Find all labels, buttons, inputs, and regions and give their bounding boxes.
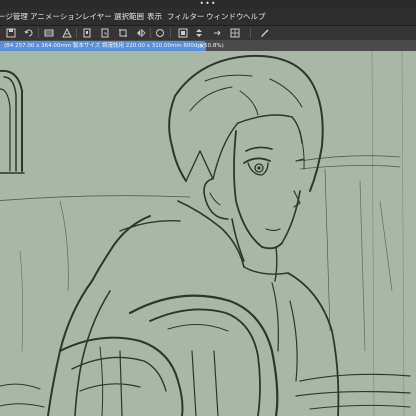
- fill-icon[interactable]: [62, 28, 72, 38]
- save-icon[interactable]: [6, 28, 16, 38]
- close-icon[interactable]: ×: [199, 41, 205, 51]
- copy-icon[interactable]: [82, 28, 92, 38]
- menu-help[interactable]: ヘルプ: [243, 9, 266, 25]
- drawing-canvas[interactable]: [0, 51, 416, 416]
- multitask-handle-icon[interactable]: •••: [0, 0, 416, 8]
- document-tab[interactable]: (B4 257.00 x 364.00mm 製本サイズ 調漫誌用 220.00 …: [0, 41, 224, 51]
- menu-bar: ージ管理 アニメーション レイヤー 選択範囲 表示 フィルター ウィンドウ ヘル…: [0, 9, 416, 26]
- flip-icon[interactable]: [136, 28, 146, 38]
- paste-icon[interactable]: [100, 28, 110, 38]
- arrows-icon[interactable]: [212, 28, 222, 38]
- menu-selection[interactable]: 選択範囲: [114, 9, 144, 25]
- snap-icon[interactable]: [178, 28, 188, 38]
- crop-icon[interactable]: [118, 28, 128, 38]
- toolbar-separator: [170, 28, 171, 38]
- rotate-icon[interactable]: [155, 28, 165, 38]
- pen-icon[interactable]: [260, 28, 270, 38]
- menu-page-management[interactable]: ージ管理: [0, 9, 28, 25]
- toolbar-separator: [250, 28, 251, 38]
- toolbar-separator: [76, 28, 77, 38]
- menu-window[interactable]: ウィンドウ: [206, 9, 244, 25]
- command-bar: [0, 26, 416, 41]
- sketch-artwork: [0, 51, 411, 416]
- undo-icon[interactable]: [24, 28, 34, 38]
- menu-layer[interactable]: レイヤー: [82, 9, 112, 25]
- toolbar-separator: [150, 28, 151, 38]
- menu-view[interactable]: 表示: [147, 9, 162, 25]
- menu-animation[interactable]: アニメーション: [30, 9, 82, 25]
- menu-filter[interactable]: フィルター: [167, 9, 204, 25]
- toolbar-separator: [38, 28, 39, 38]
- document-tab-label: (B4 257.00 x 364.00mm 製本サイズ 調漫誌用 220.00 …: [4, 43, 224, 49]
- grid-icon[interactable]: [230, 28, 240, 38]
- window-top-strip: •••: [0, 0, 416, 9]
- document-tab-bar: (B4 257.00 x 364.00mm 製本サイズ 調漫誌用 220.00 …: [0, 40, 416, 51]
- clear-icon[interactable]: [44, 28, 54, 38]
- color-swatch-icon[interactable]: [194, 28, 204, 38]
